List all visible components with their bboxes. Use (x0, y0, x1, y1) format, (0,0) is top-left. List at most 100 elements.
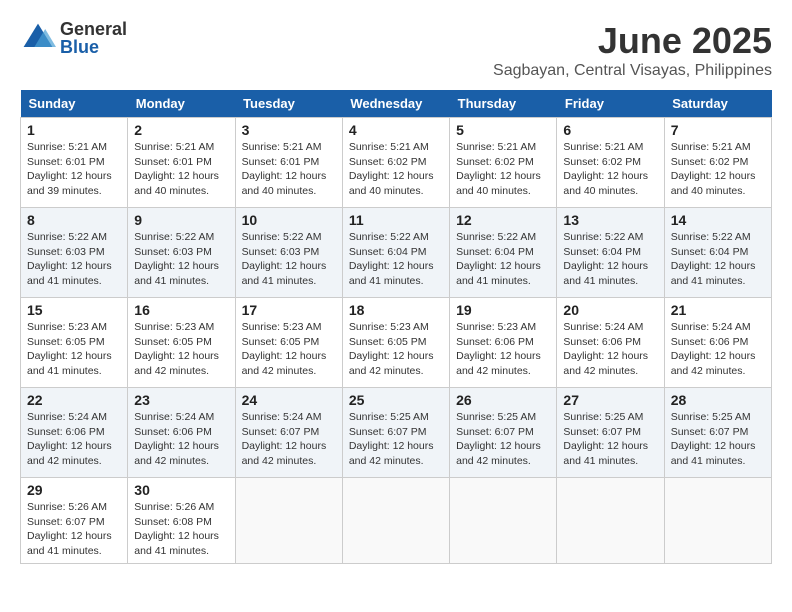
day-number: 17 (242, 302, 336, 318)
day-info: Sunrise: 5:22 AM Sunset: 6:04 PM Dayligh… (456, 230, 550, 289)
day-info: Sunrise: 5:22 AM Sunset: 6:04 PM Dayligh… (349, 230, 443, 289)
calendar-cell: 10 Sunrise: 5:22 AM Sunset: 6:03 PM Dayli… (235, 208, 342, 298)
day-number: 28 (671, 392, 765, 408)
day-number: 18 (349, 302, 443, 318)
day-number: 30 (134, 482, 228, 498)
header-row: Sunday Monday Tuesday Wednesday Thursday… (21, 90, 772, 118)
day-info: Sunrise: 5:23 AM Sunset: 6:05 PM Dayligh… (27, 320, 121, 379)
logo-blue-text: Blue (60, 38, 127, 56)
calendar-cell: 15 Sunrise: 5:23 AM Sunset: 6:05 PM Dayli… (21, 298, 128, 388)
day-number: 19 (456, 302, 550, 318)
day-number: 15 (27, 302, 121, 318)
calendar-cell: 29 Sunrise: 5:26 AM Sunset: 6:07 PM Dayli… (21, 478, 128, 564)
logo-icon (20, 20, 56, 56)
table-row: 8Sunrise: 5:22 AM Sunset: 6:03 PM Daylig… (21, 208, 772, 298)
day-number: 13 (563, 212, 657, 228)
calendar-cell: 18 Sunrise: 5:23 AM Sunset: 6:05 PM Dayli… (342, 298, 449, 388)
col-sunday: Sunday (21, 90, 128, 118)
calendar-cell (664, 478, 771, 564)
calendar-cell: 24Sunrise: 5:24 AM Sunset: 6:07 PM Dayli… (235, 388, 342, 478)
day-info: Sunrise: 5:21 AM Sunset: 6:02 PM Dayligh… (563, 140, 657, 199)
logo-text: General Blue (60, 20, 127, 56)
table-row: 15 Sunrise: 5:23 AM Sunset: 6:05 PM Dayli… (21, 298, 772, 388)
day-info: Sunrise: 5:21 AM Sunset: 6:02 PM Dayligh… (349, 140, 443, 199)
day-info: Sunrise: 5:23 AM Sunset: 6:05 PM Dayligh… (134, 320, 228, 379)
col-wednesday: Wednesday (342, 90, 449, 118)
day-info: Sunrise: 5:22 AM Sunset: 6:03 PM Dayligh… (134, 230, 228, 289)
calendar-cell (235, 478, 342, 564)
day-info: Sunrise: 5:21 AM Sunset: 6:01 PM Dayligh… (27, 140, 121, 199)
table-row: 1Sunrise: 5:21 AM Sunset: 6:01 PM Daylig… (21, 118, 772, 208)
calendar-cell: 9Sunrise: 5:22 AM Sunset: 6:03 PM Daylig… (128, 208, 235, 298)
calendar-cell: 17 Sunrise: 5:23 AM Sunset: 6:05 PM Dayli… (235, 298, 342, 388)
day-info: Sunrise: 5:21 AM Sunset: 6:02 PM Dayligh… (671, 140, 765, 199)
page-header: General Blue June 2025 Sagbayan, Central… (20, 20, 772, 80)
calendar-cell: 19Sunrise: 5:23 AM Sunset: 6:06 PM Dayli… (450, 298, 557, 388)
day-number: 22 (27, 392, 121, 408)
day-number: 25 (349, 392, 443, 408)
calendar-cell: 25 Sunrise: 5:25 AM Sunset: 6:07 PM Dayli… (342, 388, 449, 478)
day-info: Sunrise: 5:24 AM Sunset: 6:06 PM Dayligh… (134, 410, 228, 469)
title-area: June 2025 Sagbayan, Central Visayas, Phi… (493, 20, 772, 80)
day-info: Sunrise: 5:22 AM Sunset: 6:03 PM Dayligh… (242, 230, 336, 289)
day-info: Sunrise: 5:22 AM Sunset: 6:04 PM Dayligh… (563, 230, 657, 289)
col-saturday: Saturday (664, 90, 771, 118)
day-info: Sunrise: 5:26 AM Sunset: 6:07 PM Dayligh… (27, 500, 121, 559)
day-info: Sunrise: 5:23 AM Sunset: 6:05 PM Dayligh… (242, 320, 336, 379)
day-number: 4 (349, 122, 443, 138)
day-number: 7 (671, 122, 765, 138)
day-info: Sunrise: 5:21 AM Sunset: 6:02 PM Dayligh… (456, 140, 550, 199)
calendar-cell (342, 478, 449, 564)
day-number: 12 (456, 212, 550, 228)
calendar-cell: 4 Sunrise: 5:21 AM Sunset: 6:02 PM Daylig… (342, 118, 449, 208)
day-info: Sunrise: 5:26 AM Sunset: 6:08 PM Dayligh… (134, 500, 228, 559)
day-info: Sunrise: 5:25 AM Sunset: 6:07 PM Dayligh… (349, 410, 443, 469)
calendar-cell: 20 Sunrise: 5:24 AM Sunset: 6:06 PM Dayli… (557, 298, 664, 388)
calendar-cell: 16Sunrise: 5:23 AM Sunset: 6:05 PM Dayli… (128, 298, 235, 388)
day-info: Sunrise: 5:25 AM Sunset: 6:07 PM Dayligh… (563, 410, 657, 469)
day-info: Sunrise: 5:21 AM Sunset: 6:01 PM Dayligh… (134, 140, 228, 199)
calendar-cell: 30 Sunrise: 5:26 AM Sunset: 6:08 PM Dayli… (128, 478, 235, 564)
calendar-cell: 21Sunrise: 5:24 AM Sunset: 6:06 PM Dayli… (664, 298, 771, 388)
day-number: 27 (563, 392, 657, 408)
day-number: 3 (242, 122, 336, 138)
col-monday: Monday (128, 90, 235, 118)
calendar-cell (557, 478, 664, 564)
day-number: 10 (242, 212, 336, 228)
calendar-cell: 27 Sunrise: 5:25 AM Sunset: 6:07 PM Dayli… (557, 388, 664, 478)
day-number: 29 (27, 482, 121, 498)
day-info: Sunrise: 5:25 AM Sunset: 6:07 PM Dayligh… (456, 410, 550, 469)
day-info: Sunrise: 5:24 AM Sunset: 6:06 PM Dayligh… (563, 320, 657, 379)
calendar-cell: 28 Sunrise: 5:25 AM Sunset: 6:07 PM Dayli… (664, 388, 771, 478)
col-friday: Friday (557, 90, 664, 118)
day-number: 5 (456, 122, 550, 138)
calendar-cell: 11 Sunrise: 5:22 AM Sunset: 6:04 PM Dayli… (342, 208, 449, 298)
day-number: 26 (456, 392, 550, 408)
day-number: 20 (563, 302, 657, 318)
location-title: Sagbayan, Central Visayas, Philippines (493, 62, 772, 80)
calendar-cell: 14Sunrise: 5:22 AM Sunset: 6:04 PM Dayli… (664, 208, 771, 298)
day-info: Sunrise: 5:22 AM Sunset: 6:04 PM Dayligh… (671, 230, 765, 289)
calendar-cell: 6 Sunrise: 5:21 AM Sunset: 6:02 PM Daylig… (557, 118, 664, 208)
day-number: 23 (134, 392, 228, 408)
logo: General Blue (20, 20, 127, 56)
calendar-cell: 2Sunrise: 5:21 AM Sunset: 6:01 PM Daylig… (128, 118, 235, 208)
day-info: Sunrise: 5:24 AM Sunset: 6:06 PM Dayligh… (27, 410, 121, 469)
day-number: 6 (563, 122, 657, 138)
calendar-cell: 13 Sunrise: 5:22 AM Sunset: 6:04 PM Dayli… (557, 208, 664, 298)
col-tuesday: Tuesday (235, 90, 342, 118)
day-number: 11 (349, 212, 443, 228)
table-row: 22 Sunrise: 5:24 AM Sunset: 6:06 PM Dayli… (21, 388, 772, 478)
calendar-cell (450, 478, 557, 564)
day-info: Sunrise: 5:24 AM Sunset: 6:06 PM Dayligh… (671, 320, 765, 379)
calendar-cell: 7 Sunrise: 5:21 AM Sunset: 6:02 PM Daylig… (664, 118, 771, 208)
calendar-cell: 12 Sunrise: 5:22 AM Sunset: 6:04 PM Dayli… (450, 208, 557, 298)
month-title: June 2025 (493, 20, 772, 62)
day-info: Sunrise: 5:24 AM Sunset: 6:07 PM Dayligh… (242, 410, 336, 469)
day-info: Sunrise: 5:25 AM Sunset: 6:07 PM Dayligh… (671, 410, 765, 469)
col-thursday: Thursday (450, 90, 557, 118)
table-row: 29 Sunrise: 5:26 AM Sunset: 6:07 PM Dayli… (21, 478, 772, 564)
calendar-cell: 8Sunrise: 5:22 AM Sunset: 6:03 PM Daylig… (21, 208, 128, 298)
day-info: Sunrise: 5:21 AM Sunset: 6:01 PM Dayligh… (242, 140, 336, 199)
day-info: Sunrise: 5:23 AM Sunset: 6:05 PM Dayligh… (349, 320, 443, 379)
